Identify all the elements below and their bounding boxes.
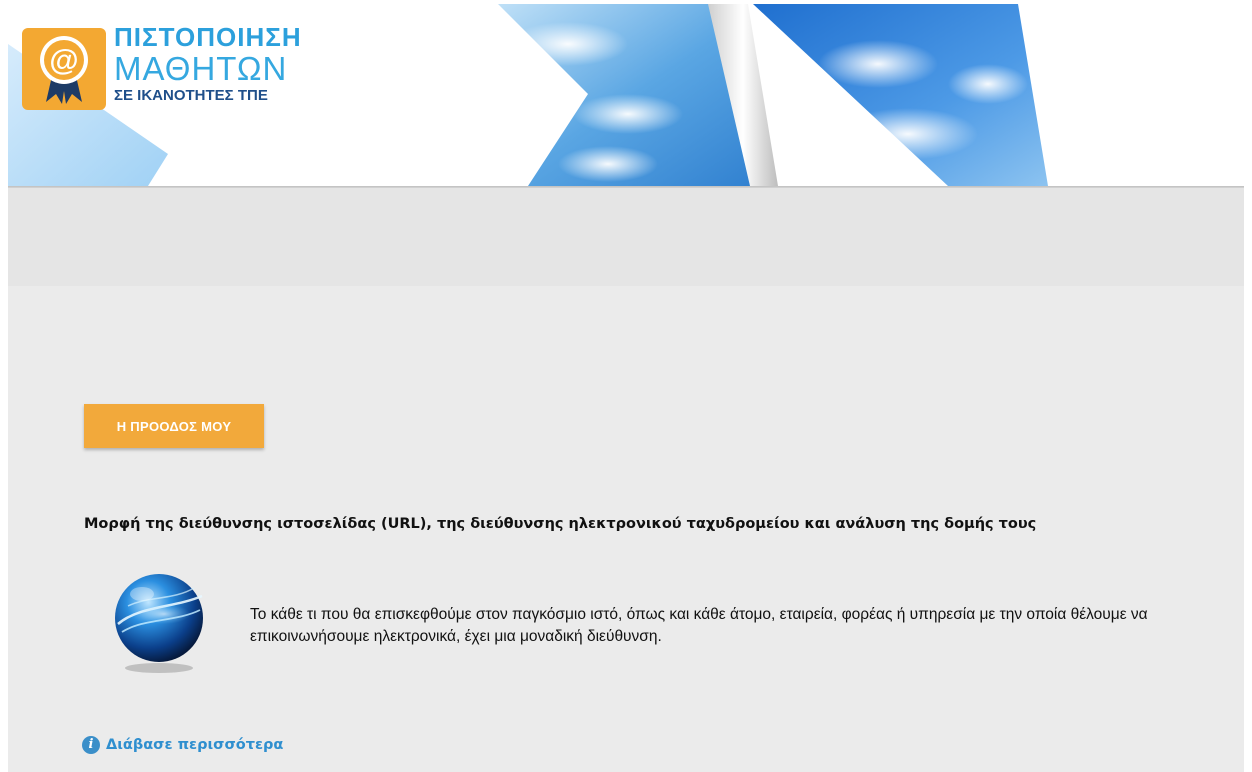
page: @ ΠΙΣΤΟΠΟΙΗΣΗ ΜΑΘΗΤΩΝ ΣΕ ΙΚΑΝΟΤΗΤΕΣ ΤΠΕ … bbox=[0, 0, 1252, 772]
logo-title: ΠΙΣΤΟΠΟΙΗΣΗ bbox=[114, 22, 302, 52]
main-content: Η ΠΡΟΟΔΟΣ ΜΟΥ Μορφή της διεύθυνσης ιστοσ… bbox=[8, 286, 1244, 772]
at-sign-ribbon-icon: @ bbox=[40, 36, 88, 104]
logo-tagline: ΣΕ ΙΚΑΝΟΤΗΤΕΣ ΤΠΕ bbox=[114, 87, 268, 104]
lesson-heading: Μορφή της διεύθυνσης ιστοσελίδας (URL), … bbox=[84, 516, 1037, 532]
read-more-label[interactable]: Διάβασε περισσότερα bbox=[106, 737, 283, 753]
logo-subtitle: ΜΑΘΗΤΩΝ bbox=[114, 50, 288, 87]
my-progress-button[interactable]: Η ΠΡΟΟΔΟΣ ΜΟΥ bbox=[84, 404, 264, 448]
logo-text: ΠΙΣΤΟΠΟΙΗΣΗ ΜΑΘΗΤΩΝ ΣΕ ΙΚΑΝΟΤΗΤΕΣ ΤΠΕ bbox=[114, 24, 302, 103]
lesson-intro-text: Το κάθε τι που θα επισκεφθούμε στον παγκ… bbox=[250, 606, 1148, 645]
svg-text:@: @ bbox=[49, 44, 78, 77]
top-gray-bar bbox=[8, 188, 1244, 286]
info-icon: i bbox=[82, 736, 100, 754]
globe-icon bbox=[115, 574, 203, 673]
read-more-link[interactable]: i Διάβασε περισσότερα bbox=[82, 736, 283, 754]
header-banner: @ ΠΙΣΤΟΠΟΙΗΣΗ ΜΑΘΗΤΩΝ ΣΕ ΙΚΑΝΟΤΗΤΕΣ ΤΠΕ bbox=[8, 4, 1244, 186]
logo-badge: @ bbox=[22, 28, 106, 110]
